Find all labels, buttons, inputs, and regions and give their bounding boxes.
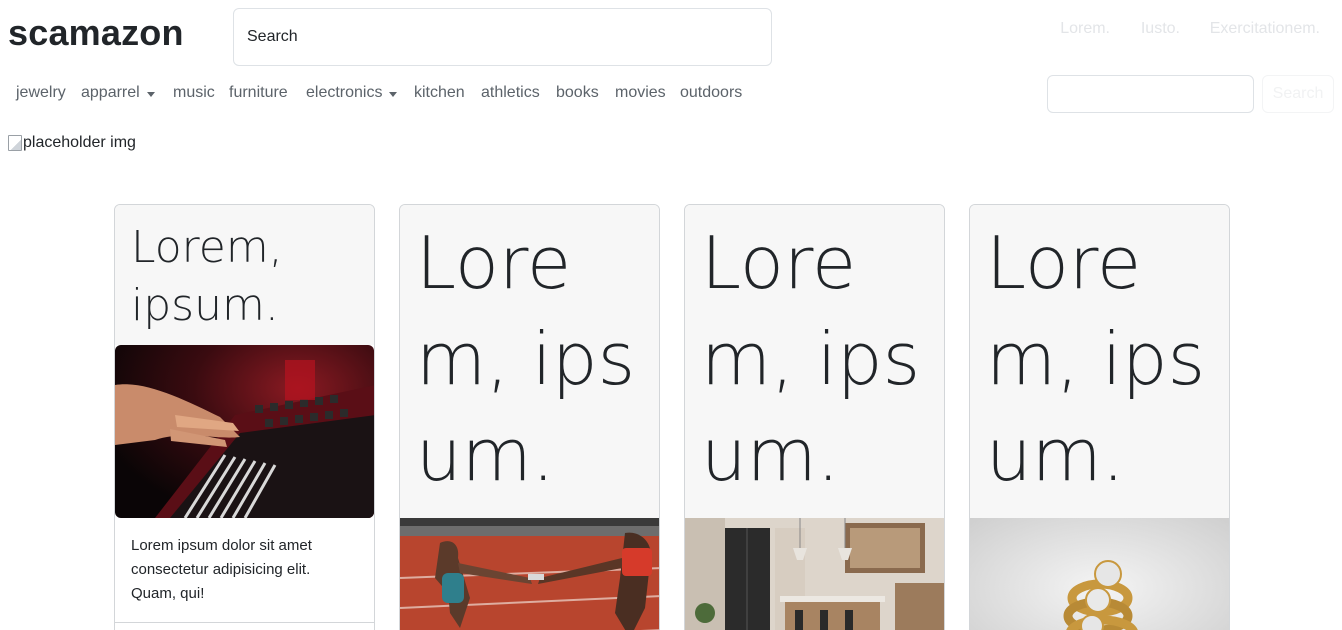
nav-item-label: books — [556, 84, 599, 101]
nav-item-books[interactable]: books — [556, 84, 599, 102]
broken-image-icon — [8, 135, 22, 151]
kitchen-photo — [685, 518, 944, 630]
card-title: Lorem, ipsum. — [115, 205, 374, 345]
nav-item-label: outdoors — [680, 84, 743, 101]
nav-item-label: jewelry — [16, 84, 66, 101]
nav-item-apparrel[interactable]: apparrel — [81, 84, 155, 102]
nav-item-athletics[interactable]: athletics — [481, 84, 540, 102]
nav-item-label: furniture — [229, 84, 288, 101]
nav-item-movies[interactable]: movies — [615, 84, 666, 102]
nav-item-jewelry[interactable]: jewelry — [16, 84, 66, 102]
gold-rings-photo — [970, 518, 1229, 630]
relay-race-photo — [400, 518, 659, 630]
brand-logo[interactable]: scamazon — [8, 12, 184, 54]
placeholder-image: placeholder img — [8, 134, 136, 152]
product-card[interactable]: Lorem, ipsum. — [399, 204, 660, 630]
nav-item-label: kitchen — [414, 84, 465, 101]
card-title: Lorem, ipsum. — [400, 205, 659, 518]
product-card[interactable]: Lorem, ipsum. — [114, 204, 375, 630]
nav-item-electronics[interactable]: electronics — [306, 84, 398, 102]
nav-item-label: athletics — [481, 84, 540, 101]
nav-item-outdoors[interactable]: outdoors — [680, 84, 742, 102]
product-card[interactable]: Lorem, ipsum. — [684, 204, 945, 630]
nav-item-furniture[interactable]: furniture — [229, 84, 288, 102]
nav-item-music[interactable]: music — [173, 84, 215, 102]
chevron-down-icon — [146, 91, 155, 97]
placeholder-image-alt: placeholder img — [23, 134, 136, 151]
top-link-exercitationem[interactable]: Exercitationem. — [1210, 20, 1320, 38]
nav-item-label: electronics — [306, 84, 383, 101]
search-input[interactable]: Search — [233, 8, 772, 66]
card-divider — [115, 622, 374, 623]
chevron-down-icon — [389, 91, 398, 97]
nav-item-label: movies — [615, 84, 666, 101]
card-title: Lorem, ipsum. — [970, 205, 1229, 518]
nav-search-button[interactable]: Search — [1262, 75, 1334, 113]
top-link-iusto[interactable]: Iusto. — [1141, 20, 1180, 38]
nav-item-kitchen[interactable]: kitchen — [414, 84, 465, 102]
nav-item-label: music — [173, 84, 215, 101]
product-card[interactable]: Lorem, ipsum. — [969, 204, 1230, 630]
keyboard-hands-photo — [115, 345, 374, 518]
search-input-value: Search — [247, 28, 298, 45]
card-text: Lorem ipsum dolor sit amet consectetur a… — [131, 537, 312, 602]
nav-search-input[interactable] — [1047, 75, 1254, 113]
nav-item-label: apparrel — [81, 84, 140, 101]
top-link-lorem[interactable]: Lorem. — [1060, 20, 1110, 38]
card-title: Lorem, ipsum. — [685, 205, 944, 518]
